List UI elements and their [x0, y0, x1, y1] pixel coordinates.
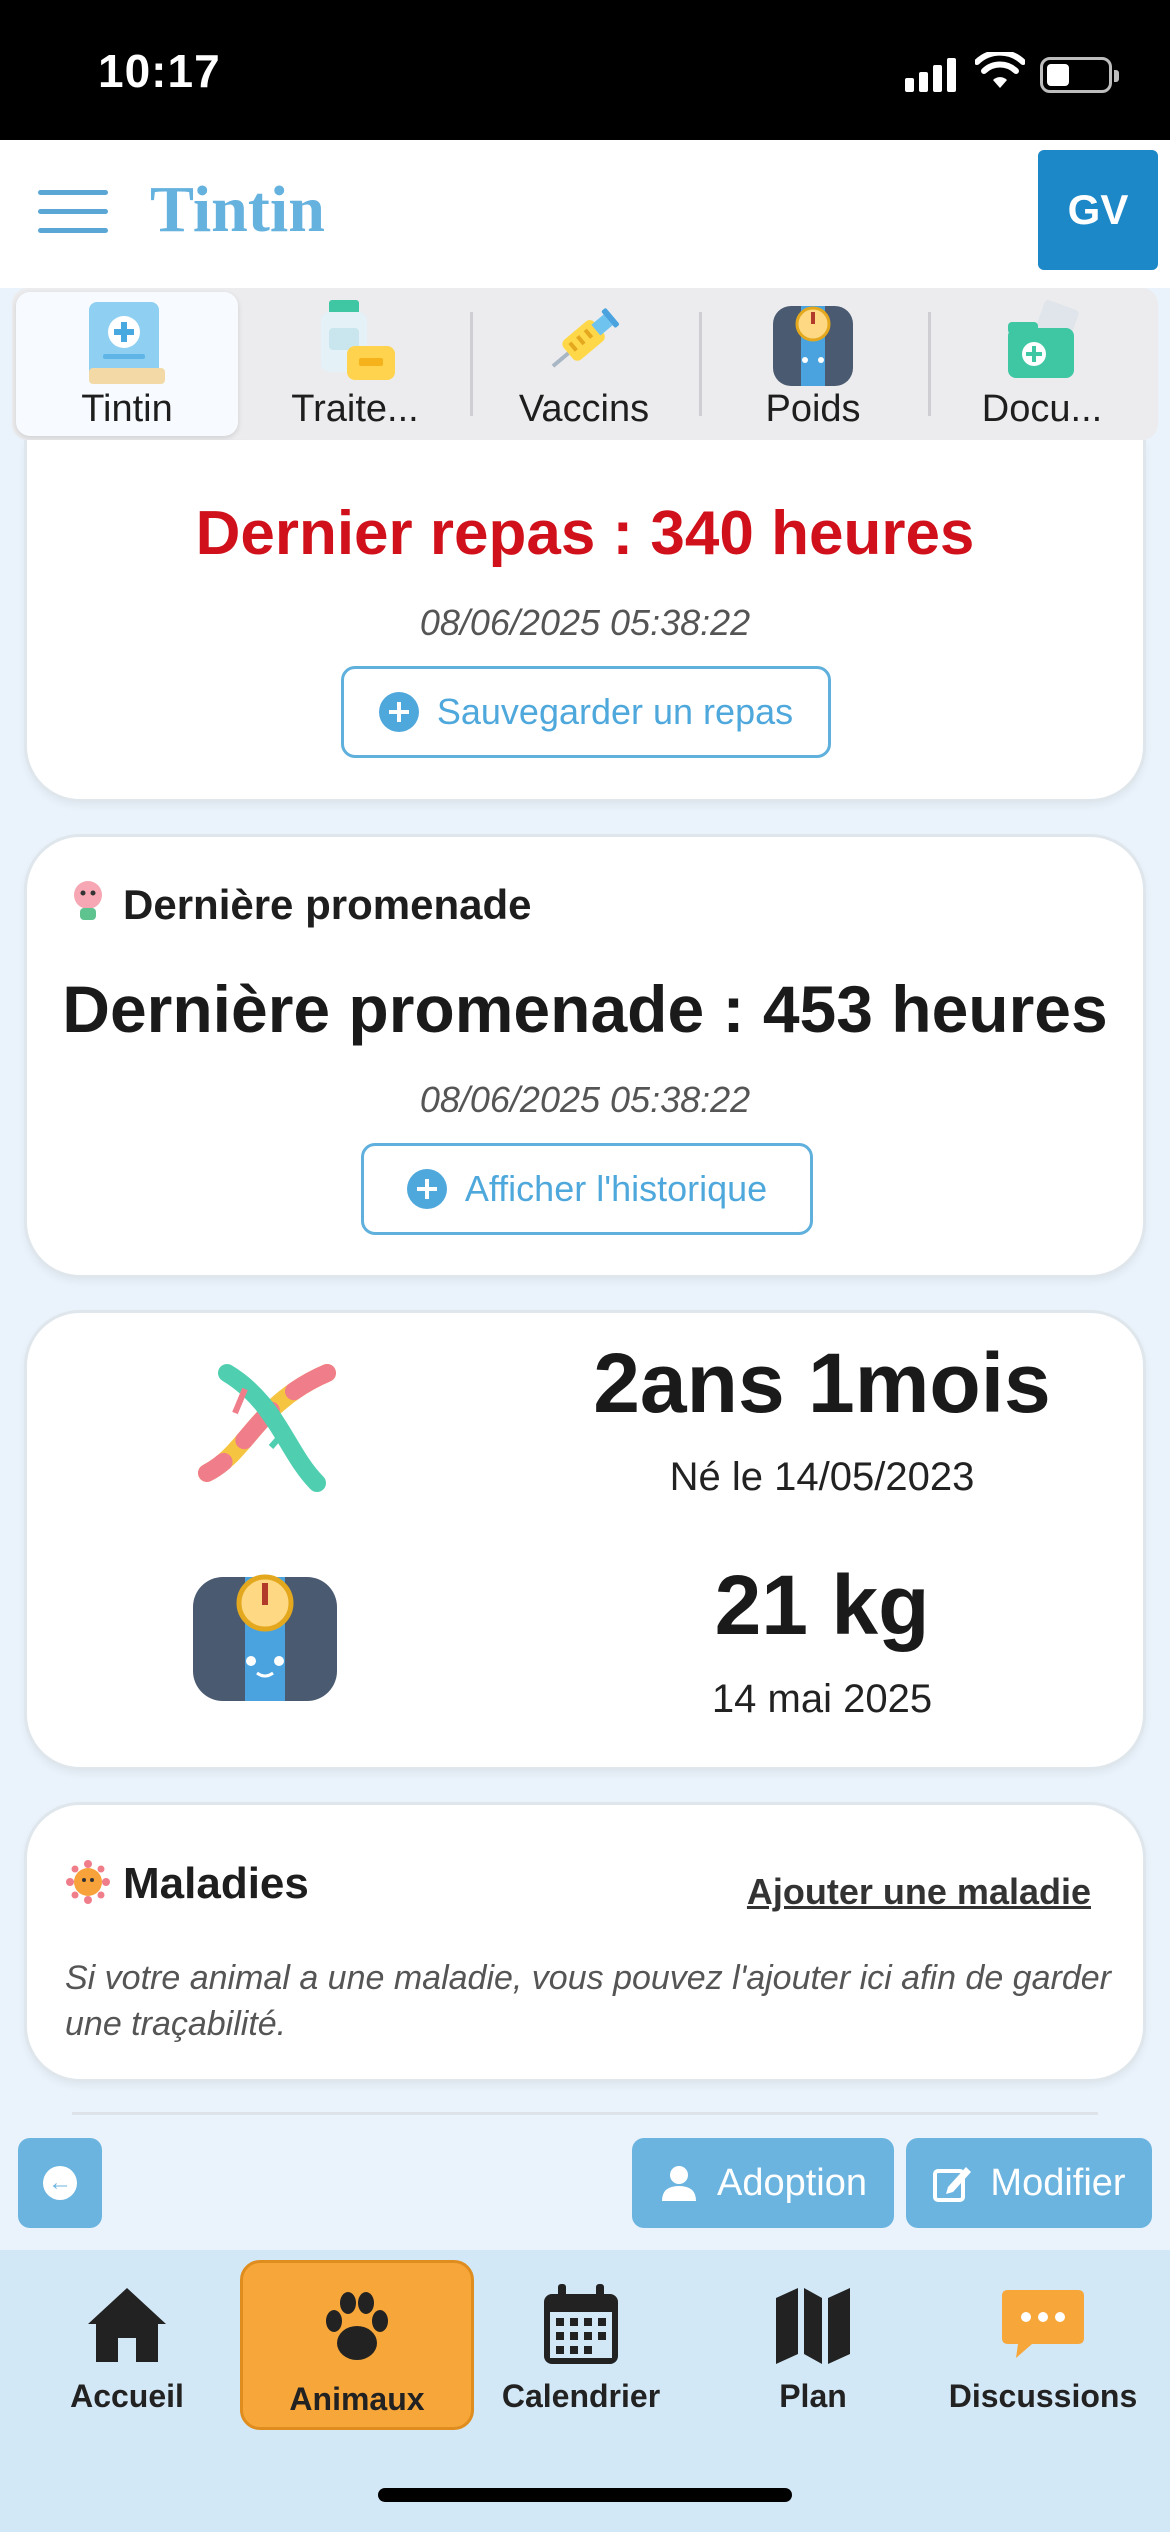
walk-card: Dernière promenade Dernière promenade : …	[24, 834, 1146, 1278]
pet-weight: 21 kg	[714, 1558, 930, 1652]
last-walk-headline: Dernière promenade : 453 heures	[62, 972, 1108, 1046]
nav-calendar[interactable]: Calendrier	[464, 2260, 698, 2430]
pet-tabs: Tintin Traite... Vaccins Poids Docu...	[12, 288, 1158, 440]
back-button[interactable]: ←	[18, 2138, 102, 2228]
app-header: Tintin GV	[0, 140, 1170, 288]
tab-vaccines[interactable]: Vaccins	[473, 292, 695, 436]
nav-animals[interactable]: Animaux	[240, 2260, 474, 2430]
chat-icon	[1002, 2290, 1084, 2358]
person-icon	[661, 2166, 696, 2201]
wifi-icon	[975, 52, 1025, 88]
health-book-icon	[89, 302, 165, 384]
pet-age: 2ans 1mois	[593, 1336, 1051, 1430]
weight-date: 14 mai 2025	[711, 1677, 933, 1721]
add-disease-link[interactable]: Ajouter une maladie	[747, 1871, 1091, 1913]
last-meal-headline: Dernier repas : 340 heures	[195, 499, 975, 568]
paw-icon	[326, 2292, 388, 2360]
medical-folder-icon	[1008, 300, 1079, 378]
map-icon	[776, 2288, 850, 2364]
edit-button[interactable]: Modifier	[906, 2138, 1152, 2228]
scale-icon	[193, 1574, 337, 1701]
diseases-description: Si votre animal a une maladie, vous pouv…	[65, 1959, 1111, 2043]
tab-documents[interactable]: Docu...	[931, 292, 1153, 436]
tab-overview[interactable]: Tintin	[16, 292, 238, 436]
walk-section-title: Dernière promenade	[123, 881, 532, 928]
page-title: Tintin	[150, 173, 325, 246]
birth-date: Né le 14/05/2023	[669, 1455, 975, 1499]
walk-history-button[interactable]: Afficher l'historique	[361, 1143, 813, 1235]
last-walk-timestamp: 08/06/2025 05:38:22	[419, 1079, 751, 1120]
nav-home[interactable]: Accueil	[10, 2260, 244, 2430]
home-icon	[88, 2288, 166, 2362]
plus-circle-icon	[406, 1169, 447, 1209]
battery-icon	[1040, 57, 1119, 93]
save-meal-button[interactable]: Sauvegarder un repas	[341, 666, 831, 758]
menu-icon[interactable]	[38, 190, 108, 236]
virus-icon	[66, 1860, 110, 1904]
avatar[interactable]: GV	[1038, 150, 1158, 270]
status-bar: 10:17	[0, 0, 1170, 140]
meal-card: Dernier repas : 340 heures 08/06/2025 05…	[24, 440, 1146, 802]
diseases-title: Maladies	[123, 1859, 309, 1908]
tab-treatments[interactable]: Traite...	[244, 292, 466, 436]
last-meal-timestamp: 08/06/2025 05:38:22	[419, 602, 751, 643]
home-indicator	[378, 2488, 792, 2502]
plus-circle-icon	[378, 692, 419, 732]
calendar-icon	[544, 2284, 618, 2364]
status-time: 10:17	[98, 45, 221, 97]
scale-icon	[773, 306, 853, 386]
edit-icon	[933, 2167, 972, 2202]
diseases-card: Maladies Ajouter une maladie Si votre an…	[24, 1802, 1146, 2082]
adoption-button[interactable]: Adoption	[632, 2138, 894, 2228]
nav-map[interactable]: Plan	[696, 2260, 930, 2430]
syringe-icon	[551, 308, 619, 368]
signal-icon	[905, 58, 956, 92]
tab-weight[interactable]: Poids	[702, 292, 924, 436]
divider	[72, 2112, 1098, 2115]
nav-discussions[interactable]: Discussions	[926, 2260, 1160, 2430]
walk-icon	[74, 881, 102, 920]
pet-info-card: 2ans 1mois Né le 14/05/2023 21 kg 14 mai…	[24, 1310, 1146, 1770]
back-arrow-icon: ←	[43, 2166, 77, 2200]
medicine-icon	[321, 300, 395, 380]
dna-icon	[198, 1364, 336, 1492]
